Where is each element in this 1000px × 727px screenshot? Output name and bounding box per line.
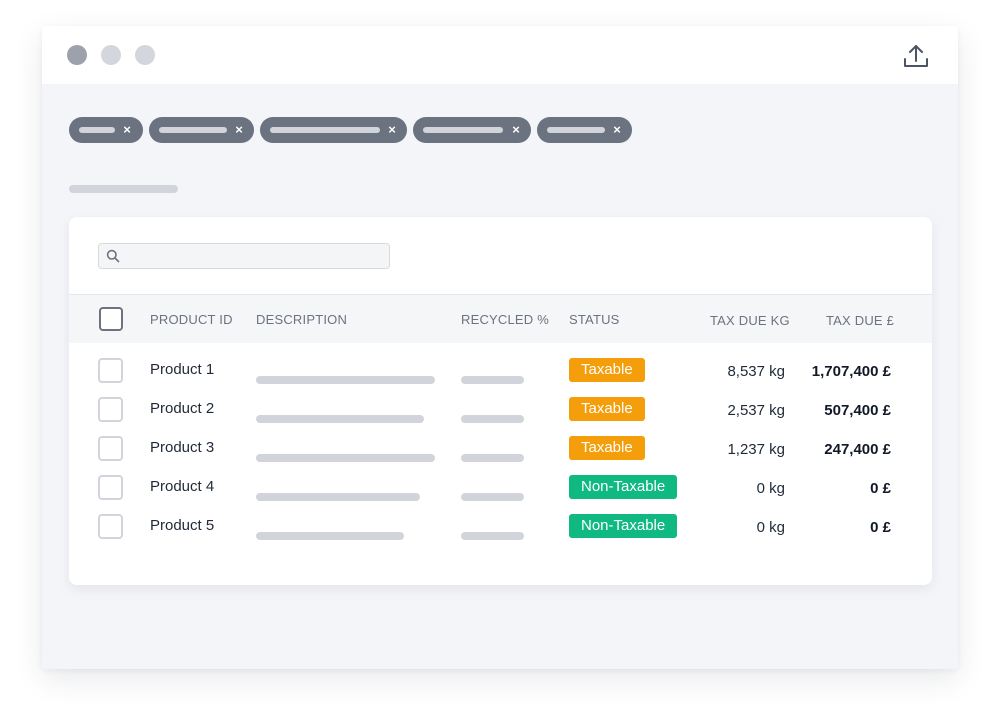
upload-icon[interactable] [902, 42, 930, 70]
window-maximize-button[interactable] [135, 45, 155, 65]
title-bar [42, 26, 958, 84]
search-input[interactable] [125, 246, 383, 266]
tax-due-gbp: 247,400 £ [824, 441, 891, 458]
description-placeholder [256, 454, 435, 462]
column-header-product-id[interactable]: PRODUCT ID [150, 312, 233, 327]
filter-chip[interactable]: × [537, 117, 632, 143]
column-header-tax-gbp[interactable]: TAX DUE £ [826, 313, 894, 328]
search-icon [106, 249, 120, 263]
row-checkbox[interactable] [98, 514, 123, 539]
product-id: Product 1 [150, 361, 215, 378]
tax-due-gbp: 0 £ [870, 480, 891, 497]
status-badge: Taxable [569, 397, 645, 421]
description-placeholder [256, 493, 420, 501]
row-checkbox[interactable] [98, 436, 123, 461]
row-checkbox[interactable] [98, 475, 123, 500]
app-window: × × × × × PRODUCT ID DESCRIPTION RECYCLE… [42, 26, 958, 669]
filter-chip[interactable]: × [413, 117, 531, 143]
table-row[interactable]: Product 1 Taxable 8,537 kg 1,707,400 £ [69, 358, 932, 396]
column-header-description[interactable]: DESCRIPTION [256, 312, 347, 327]
chip-label-placeholder [159, 127, 227, 133]
row-checkbox[interactable] [98, 397, 123, 422]
filter-chip[interactable]: × [149, 117, 254, 143]
product-id: Product 2 [150, 400, 215, 417]
recycled-placeholder [461, 376, 524, 384]
table-row[interactable]: Product 4 Non-Taxable 0 kg 0 £ [69, 475, 932, 513]
window-close-button[interactable] [67, 45, 87, 65]
product-id: Product 5 [150, 517, 215, 534]
status-badge: Taxable [569, 358, 645, 382]
tax-due-gbp: 1,707,400 £ [811, 363, 891, 380]
description-placeholder [256, 415, 424, 423]
filter-chip[interactable]: × [69, 117, 143, 143]
section-title-placeholder [69, 185, 178, 193]
product-id: Product 3 [150, 439, 215, 456]
chip-remove-icon[interactable]: × [233, 122, 245, 138]
tax-due-kg: 0 kg [756, 519, 785, 536]
tax-due-kg: 0 kg [756, 480, 785, 497]
product-id: Product 4 [150, 478, 215, 495]
column-header-tax-kg[interactable]: TAX DUE KG [710, 313, 790, 328]
chip-label-placeholder [547, 127, 605, 133]
chip-label-placeholder [79, 127, 115, 133]
table-header: PRODUCT ID DESCRIPTION RECYCLED % STATUS… [69, 294, 932, 343]
chip-remove-icon[interactable]: × [386, 122, 398, 138]
table-row[interactable]: Product 3 Taxable 1,237 kg 247,400 £ [69, 436, 932, 474]
recycled-placeholder [461, 454, 524, 462]
tax-due-kg: 2,537 kg [727, 402, 785, 419]
products-table-card: PRODUCT ID DESCRIPTION RECYCLED % STATUS… [69, 217, 932, 585]
column-header-status[interactable]: STATUS [569, 312, 620, 327]
description-placeholder [256, 532, 404, 540]
row-checkbox[interactable] [98, 358, 123, 383]
tax-due-gbp: 507,400 £ [824, 402, 891, 419]
recycled-placeholder [461, 493, 524, 501]
chip-remove-icon[interactable]: × [611, 122, 623, 138]
tax-due-kg: 8,537 kg [727, 363, 785, 380]
description-placeholder [256, 376, 435, 384]
window-minimize-button[interactable] [101, 45, 121, 65]
status-badge: Non-Taxable [569, 514, 678, 538]
status-badge: Taxable [569, 436, 645, 460]
column-header-recycled[interactable]: RECYCLED % [461, 312, 549, 327]
tax-due-gbp: 0 £ [870, 519, 891, 536]
tax-due-kg: 1,237 kg [727, 441, 785, 458]
select-all-checkbox[interactable] [99, 307, 123, 331]
table-row[interactable]: Product 5 Non-Taxable 0 kg 0 £ [69, 514, 932, 552]
chip-label-placeholder [270, 127, 380, 133]
recycled-placeholder [461, 532, 524, 540]
search-field[interactable] [98, 243, 390, 269]
chip-remove-icon[interactable]: × [510, 122, 522, 138]
status-badge: Non-Taxable [569, 475, 678, 499]
chip-remove-icon[interactable]: × [121, 122, 133, 138]
recycled-placeholder [461, 415, 524, 423]
table-row[interactable]: Product 2 Taxable 2,537 kg 507,400 £ [69, 397, 932, 435]
chip-label-placeholder [423, 127, 503, 133]
filter-chip[interactable]: × [260, 117, 407, 143]
